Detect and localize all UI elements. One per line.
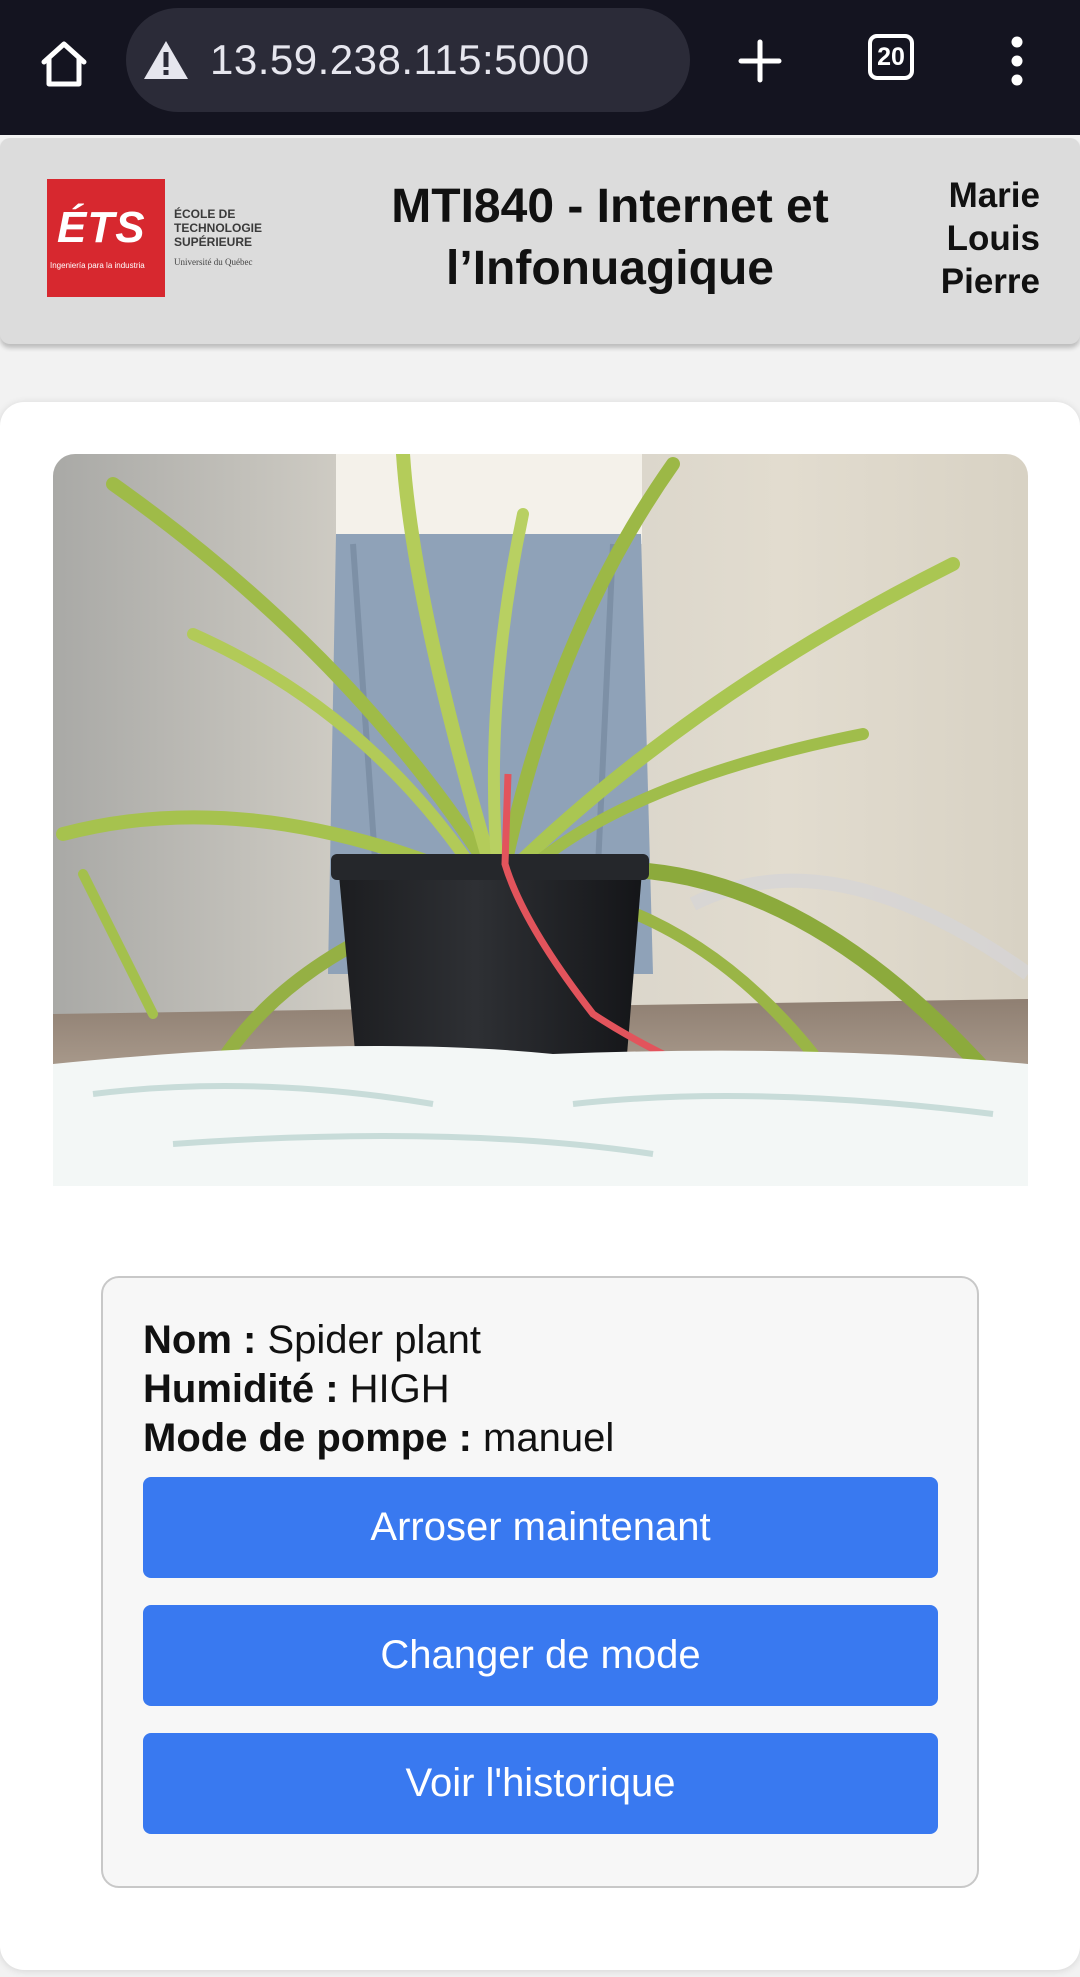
browser-menu-button[interactable] bbox=[990, 28, 1044, 94]
address-bar[interactable]: 13.59.238.115:5000 bbox=[126, 8, 690, 112]
logo-university: Université du Québec bbox=[174, 257, 253, 267]
logo-tagline: Ingeniería para la industria bbox=[50, 261, 145, 270]
team-member: Louis bbox=[946, 219, 1040, 258]
url-text[interactable]: 13.59.238.115:5000 bbox=[210, 36, 590, 84]
logo-school-line: ÉCOLE DE bbox=[174, 207, 236, 221]
plant-details: Nom : Spider plant Humidité : HIGH Mode … bbox=[143, 1316, 614, 1463]
plant-camera-image bbox=[53, 454, 1028, 1186]
plant-name-value: Spider plant bbox=[267, 1318, 481, 1362]
plant-info-panel: Nom : Spider plant Humidité : HIGH Mode … bbox=[101, 1276, 979, 1888]
pump-mode-value: manuel bbox=[483, 1416, 615, 1460]
logo-mark: ÉTS Ingeniería para la industria bbox=[47, 179, 165, 297]
humidity-row: Humidité : HIGH bbox=[143, 1365, 614, 1414]
logo-school-name: ÉCOLE DE TECHNOLOGIE SUPÉRIEURE Universi… bbox=[174, 207, 262, 267]
browser-toolbar: 13.59.238.115:5000 20 bbox=[0, 0, 1080, 135]
plant-photo-illustration bbox=[53, 454, 1028, 1186]
change-mode-button[interactable]: Changer de mode bbox=[143, 1605, 938, 1706]
home-icon bbox=[41, 41, 87, 87]
plant-card: Nom : Spider plant Humidité : HIGH Mode … bbox=[0, 402, 1080, 1970]
pump-mode-label: Mode de pompe : bbox=[143, 1416, 472, 1460]
pump-mode-row: Mode de pompe : manuel bbox=[143, 1414, 614, 1463]
humidity-value: HIGH bbox=[349, 1367, 450, 1411]
warning-icon[interactable] bbox=[142, 39, 190, 81]
logo-school-line: SUPÉRIEURE bbox=[174, 235, 253, 249]
plus-icon bbox=[738, 39, 782, 83]
plant-name-label: Nom : bbox=[143, 1318, 257, 1362]
logo-school-line: TECHNOLOGIE bbox=[174, 221, 263, 235]
humidity-label: Humidité : bbox=[143, 1367, 339, 1411]
team-member: Pierre bbox=[940, 262, 1040, 301]
team-member: Marie bbox=[948, 176, 1040, 215]
site-header: ÉTS Ingeniería para la industria ÉCOLE D… bbox=[0, 138, 1080, 344]
water-now-button[interactable]: Arroser maintenant bbox=[143, 1477, 938, 1578]
team-members: Marie Louis Pierre bbox=[941, 174, 1040, 303]
page-title: MTI840 - Internet et l’Infonuagique bbox=[391, 180, 829, 295]
more-vert-icon bbox=[1011, 36, 1023, 86]
view-history-button[interactable]: Voir l'historique bbox=[143, 1733, 938, 1834]
new-tab-button[interactable] bbox=[724, 25, 796, 97]
ets-logo[interactable]: ÉTS Ingeniería para la industria ÉCOLE D… bbox=[47, 179, 262, 297]
tab-count: 20 bbox=[877, 42, 905, 71]
home-button[interactable] bbox=[28, 28, 100, 100]
logo-ets-text: ÉTS bbox=[57, 203, 146, 252]
tab-switcher-button[interactable]: 20 bbox=[868, 34, 914, 80]
plant-name-row: Nom : Spider plant bbox=[143, 1316, 614, 1365]
